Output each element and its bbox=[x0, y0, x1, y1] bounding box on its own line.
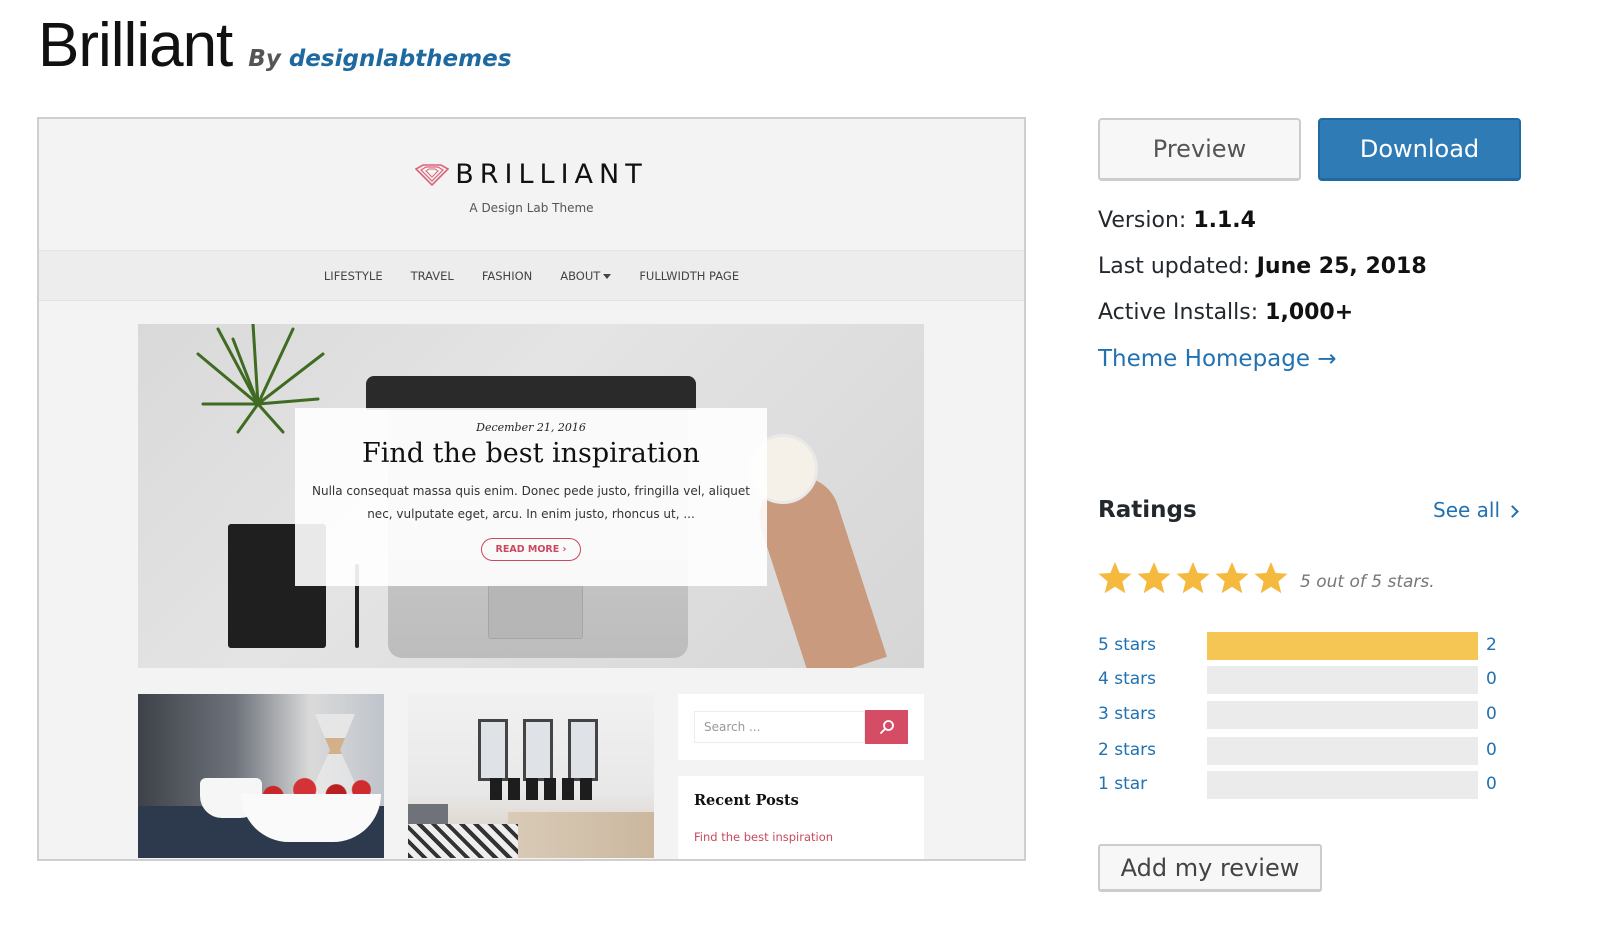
rating-bar-track bbox=[1207, 632, 1478, 660]
dining-chairs-image bbox=[490, 778, 598, 800]
by-prefix: By bbox=[248, 46, 281, 72]
diamond-logo-icon bbox=[415, 163, 450, 186]
rating-count: 0 bbox=[1486, 704, 1497, 724]
star-filled-icon bbox=[1215, 562, 1249, 594]
preview-post-title: Find the best inspiration bbox=[362, 438, 700, 469]
last-updated-info: Last updated: June 25, 2018 bbox=[1098, 254, 1427, 279]
preview-post-excerpt: Nulla consequat massa quis enim. Donec p… bbox=[312, 484, 750, 521]
add-review-button[interactable]: Add my review bbox=[1098, 844, 1322, 892]
see-all-label: See all bbox=[1433, 498, 1501, 522]
rating-filter-link[interactable]: 4 stars bbox=[1098, 669, 1156, 689]
preview-nav-travel: TRAVEL bbox=[410, 268, 454, 283]
preview-site-header: BRILLIANT A Design Lab Theme bbox=[39, 119, 1024, 250]
see-all-ratings-link[interactable]: See all bbox=[1433, 498, 1519, 522]
preview-search-button bbox=[865, 710, 908, 744]
rating-filter-link[interactable]: 3 stars bbox=[1098, 704, 1156, 724]
rating-bar-track bbox=[1207, 666, 1478, 694]
last-updated-label: Last updated: bbox=[1098, 254, 1250, 279]
preview-nav-about: ABOUT bbox=[560, 268, 612, 283]
trackpad-image bbox=[488, 584, 583, 639]
preview-recent-posts-title: Recent Posts bbox=[694, 792, 799, 809]
rating-bar-track bbox=[1207, 701, 1478, 729]
preview-tagline: A Design Lab Theme bbox=[469, 201, 594, 215]
star-filled-icon bbox=[1137, 562, 1171, 594]
last-updated-value: June 25, 2018 bbox=[1256, 254, 1427, 279]
rating-filter-link[interactable]: 1 star bbox=[1098, 774, 1147, 794]
preview-featured-post: December 21, 2016 Find the best inspirat… bbox=[295, 408, 767, 586]
version-label: Version: bbox=[1098, 208, 1187, 233]
theme-screenshot: BRILLIANT A Design Lab Theme LIFESTYLE T… bbox=[37, 117, 1026, 861]
preview-nav-lifestyle: LIFESTYLE bbox=[323, 268, 383, 283]
rating-filter-link[interactable]: 5 stars bbox=[1098, 635, 1156, 655]
rating-row: 1 star 0 bbox=[1098, 771, 1508, 801]
star-filled-icon bbox=[1098, 562, 1132, 594]
rating-count: 0 bbox=[1486, 740, 1497, 760]
preview-hero-image: December 21, 2016 Find the best inspirat… bbox=[138, 324, 924, 668]
rating-count: 0 bbox=[1486, 774, 1497, 794]
preview-nav-about-label: ABOUT bbox=[560, 268, 601, 283]
preview-thumbnail-strawberries bbox=[138, 694, 384, 858]
preview-post-date: December 21, 2016 bbox=[476, 421, 586, 434]
preview-nav-fullwidth: FULLWIDTH PAGE bbox=[639, 268, 740, 283]
rating-row: 2 stars 0 bbox=[1098, 737, 1508, 767]
rating-row: 5 stars 2 bbox=[1098, 632, 1508, 662]
caret-down-icon bbox=[603, 273, 612, 279]
rating-bar-track bbox=[1207, 737, 1478, 765]
preview-logo-text: BRILLIANT bbox=[455, 159, 648, 190]
rating-row: 3 stars 0 bbox=[1098, 701, 1508, 731]
rating-filter-link[interactable]: 2 stars bbox=[1098, 740, 1156, 760]
preview-nav: LIFESTYLE TRAVEL FASHION ABOUT FULLWIDTH… bbox=[39, 250, 1024, 301]
preview-logo: BRILLIANT bbox=[39, 159, 1024, 190]
average-rating-stars bbox=[1097, 560, 1289, 596]
active-installs-info: Active Installs: 1,000+ bbox=[1098, 300, 1353, 325]
preview-nav-fashion: FASHION bbox=[481, 268, 533, 283]
rug-image bbox=[408, 824, 518, 858]
version-info: Version: 1.1.4 bbox=[1098, 208, 1256, 233]
ratings-heading: Ratings bbox=[1098, 497, 1197, 523]
preview-thumbnail-room bbox=[408, 694, 654, 858]
star-filled-icon bbox=[1254, 562, 1288, 594]
preview-search-widget: Search ... bbox=[678, 694, 924, 760]
theme-homepage-link[interactable]: Theme Homepage → bbox=[1098, 346, 1337, 372]
preview-read-more-button: READ MORE › bbox=[480, 538, 582, 561]
rating-bar-track bbox=[1207, 771, 1478, 799]
window-image bbox=[478, 719, 508, 781]
chevron-right-icon bbox=[1506, 504, 1519, 518]
active-installs-value: 1,000+ bbox=[1265, 300, 1354, 325]
window-image bbox=[568, 719, 598, 781]
download-button[interactable]: Download bbox=[1318, 118, 1521, 181]
floor-image bbox=[508, 812, 654, 858]
preview-recent-posts-widget: Recent Posts Find the best inspiration bbox=[678, 776, 924, 859]
search-icon bbox=[879, 720, 894, 734]
rating-row: 4 stars 0 bbox=[1098, 666, 1508, 696]
average-rating-caption: 5 out of 5 stars. bbox=[1300, 572, 1435, 592]
preview-search-field: Search ... bbox=[694, 711, 865, 743]
author-link[interactable]: designlabthemes bbox=[289, 46, 512, 72]
version-value: 1.1.4 bbox=[1193, 208, 1256, 233]
author-byline: By designlabthemes bbox=[248, 46, 511, 72]
rating-bar-fill bbox=[1207, 632, 1478, 660]
preview-button[interactable]: Preview bbox=[1098, 118, 1301, 181]
rating-count: 2 bbox=[1486, 635, 1497, 655]
theme-title: Brilliant bbox=[38, 11, 233, 80]
preview-recent-post-link: Find the best inspiration bbox=[694, 830, 834, 844]
star-filled-icon bbox=[1176, 562, 1210, 594]
theme-header: Brilliant By designlabthemes bbox=[38, 10, 511, 81]
active-installs-label: Active Installs: bbox=[1098, 300, 1259, 325]
laptop-screen-image bbox=[366, 376, 696, 410]
rating-count: 0 bbox=[1486, 669, 1497, 689]
window-image bbox=[523, 719, 553, 781]
